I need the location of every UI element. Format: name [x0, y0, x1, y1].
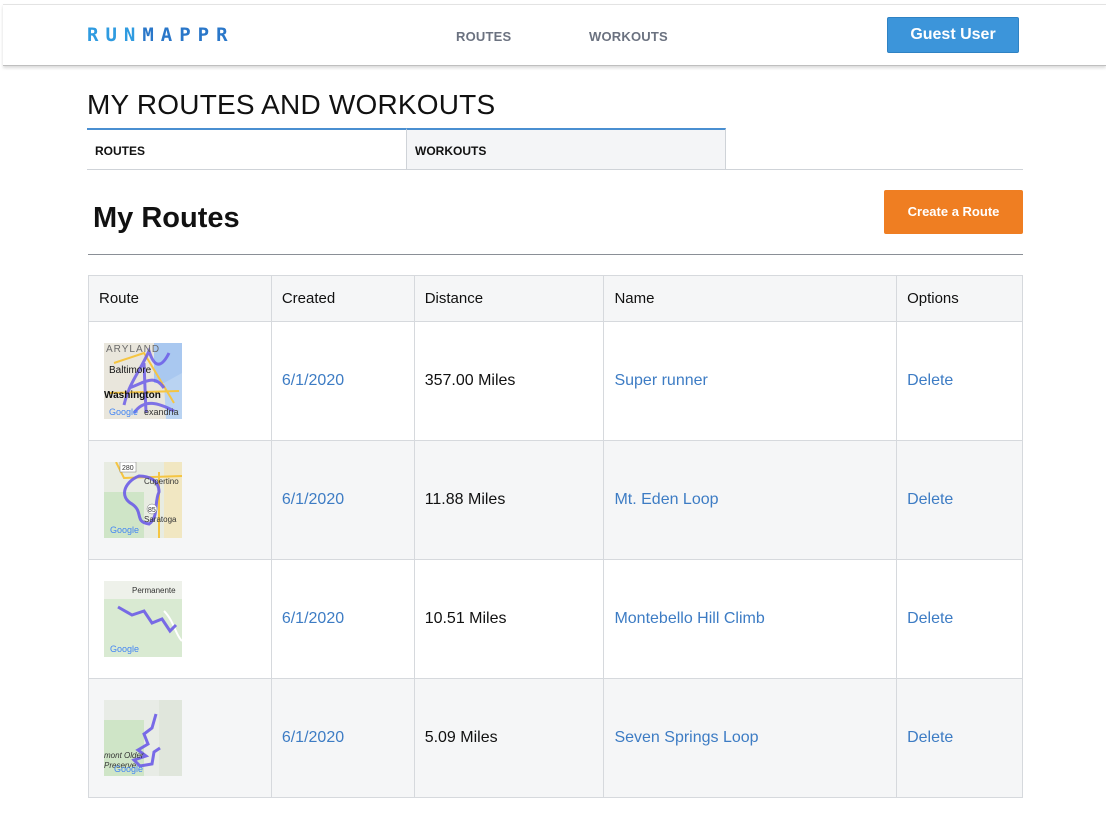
created-date-link[interactable]: 6/1/2020: [282, 610, 344, 627]
name-cell: Mt. Eden Loop: [603, 440, 898, 560]
route-cell: mont Older Preserve Google: [88, 678, 272, 798]
created-cell: 6/1/2020: [270, 440, 415, 560]
map-label: Cupertino: [144, 477, 179, 486]
map-label: Saratoga: [144, 515, 177, 524]
runmappr-logo[interactable]: RUNMAPPR: [87, 24, 235, 46]
page-title: MY ROUTES AND WORKOUTS: [87, 89, 496, 120]
table-row: ARYLAND Baltimore Washington Google exan…: [88, 321, 1023, 441]
name-cell: Super runner: [603, 321, 898, 441]
tab-workouts[interactable]: WORKOUTS: [406, 128, 726, 170]
route-name-link[interactable]: Super runner: [614, 372, 707, 389]
created-cell: 6/1/2020: [270, 559, 415, 679]
tabs-divider: [87, 169, 1023, 170]
nav-workouts-link[interactable]: WORKOUTS: [589, 29, 668, 44]
route-name-link[interactable]: Montebello Hill Climb: [614, 610, 764, 627]
delete-link[interactable]: Delete: [907, 729, 953, 746]
delete-link[interactable]: Delete: [907, 610, 953, 627]
section-divider: [88, 254, 1023, 255]
map-label: Baltimore: [109, 365, 152, 376]
guest-user-button[interactable]: Guest User: [887, 17, 1019, 53]
distance-cell: 10.51 Miles: [413, 559, 605, 679]
distance-cell: 5.09 Miles: [413, 678, 605, 798]
logo-mappr-text: MAPPR: [142, 24, 235, 46]
map-label: Permanente: [132, 586, 176, 595]
create-route-button[interactable]: Create a Route: [884, 190, 1023, 234]
map-label: mont Older: [104, 751, 144, 760]
distance-cell: 357.00 Miles: [413, 321, 605, 441]
options-cell: Delete: [896, 559, 1023, 679]
table-header-row: Route Created Distance Name Options: [88, 275, 1023, 322]
created-cell: 6/1/2020: [270, 321, 415, 441]
map-label: Washington: [104, 390, 161, 401]
column-header-created: Created: [270, 275, 415, 322]
column-header-options: Options: [896, 275, 1023, 322]
column-header-name: Name: [603, 275, 898, 322]
delete-link[interactable]: Delete: [907, 491, 953, 508]
route-map-thumbnail[interactable]: mont Older Preserve Google: [104, 700, 182, 776]
map-label: 280: [122, 465, 134, 472]
table-row: mont Older Preserve Google 6/1/2020 5.09…: [88, 678, 1023, 798]
map-label: Google: [110, 644, 139, 654]
map-label: Google: [114, 764, 143, 774]
created-date-link[interactable]: 6/1/2020: [282, 729, 344, 746]
map-label: 85: [148, 507, 156, 514]
distance-cell: 11.88 Miles: [413, 440, 605, 560]
created-date-link[interactable]: 6/1/2020: [282, 491, 344, 508]
name-cell: Seven Springs Loop: [603, 678, 898, 798]
route-name-link[interactable]: Mt. Eden Loop: [614, 491, 718, 508]
top-navbar: RUNMAPPR ROUTES WORKOUTS Guest User: [3, 4, 1106, 66]
delete-link[interactable]: Delete: [907, 372, 953, 389]
options-cell: Delete: [896, 678, 1023, 798]
created-date-link[interactable]: 6/1/2020: [282, 372, 344, 389]
route-name-link[interactable]: Seven Springs Loop: [614, 729, 758, 746]
table-row: Permanente Google 6/1/2020 10.51 Miles M…: [88, 559, 1023, 679]
route-map-thumbnail[interactable]: ARYLAND Baltimore Washington Google exan…: [104, 343, 182, 419]
section-title: My Routes: [93, 202, 240, 234]
created-cell: 6/1/2020: [270, 678, 415, 798]
route-map-thumbnail[interactable]: Permanente Google: [104, 581, 182, 657]
name-cell: Montebello Hill Climb: [603, 559, 898, 679]
route-map-thumbnail[interactable]: 280 Cupertino 85 Saratoga Google: [104, 462, 182, 538]
nav-routes-link[interactable]: ROUTES: [456, 29, 511, 44]
options-cell: Delete: [896, 321, 1023, 441]
tab-routes[interactable]: ROUTES: [87, 128, 406, 170]
routes-table: Route Created Distance Name Options ARYL…: [88, 275, 1023, 798]
column-header-route: Route: [88, 275, 272, 322]
route-cell: Permanente Google: [88, 559, 272, 679]
table-row: 280 Cupertino 85 Saratoga Google 6/1/202…: [88, 440, 1023, 560]
column-header-distance: Distance: [413, 275, 605, 322]
route-cell: 280 Cupertino 85 Saratoga Google: [88, 440, 272, 560]
options-cell: Delete: [896, 440, 1023, 560]
route-cell: ARYLAND Baltimore Washington Google exan…: [88, 321, 272, 441]
map-label: exandria: [144, 407, 179, 417]
map-label: Google: [109, 407, 138, 417]
logo-run-text: RUN: [87, 24, 143, 46]
map-label: ARYLAND: [106, 344, 160, 355]
map-label: Google: [110, 525, 139, 535]
